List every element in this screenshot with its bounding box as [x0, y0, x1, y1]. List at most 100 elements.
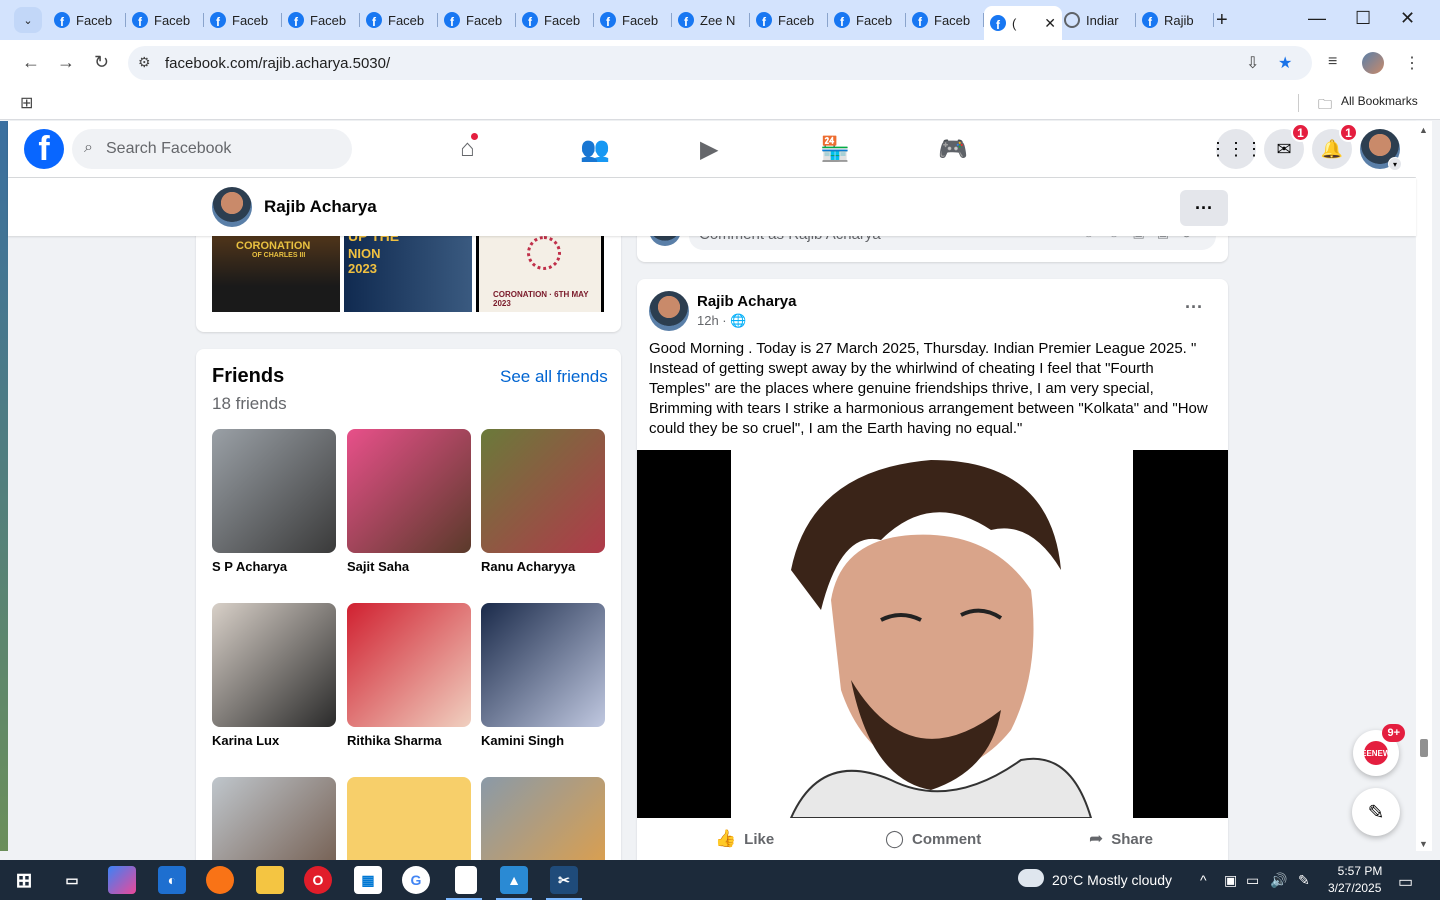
facebook-search[interactable]: ⌕	[72, 129, 352, 169]
media-control-icon[interactable]: ≡	[1328, 53, 1337, 71]
volume-icon[interactable]: 🔊	[1270, 872, 1287, 889]
tab-search-button[interactable]: ⌄	[14, 7, 42, 33]
network-icon[interactable]: ▭	[1246, 872, 1259, 889]
clock-time[interactable]: 5:57 PM	[1334, 864, 1386, 878]
post-options-button[interactable]: ···	[1185, 297, 1203, 318]
notepad-icon[interactable]	[455, 866, 477, 894]
friends-nav-icon[interactable]: 👥	[580, 135, 610, 164]
browser-tab[interactable]: f Faceb	[204, 6, 282, 34]
browser-tab[interactable]: f Rajib	[1136, 6, 1214, 34]
task-view-icon[interactable]: ▭	[58, 866, 86, 894]
copilot-icon[interactable]	[108, 866, 136, 894]
profile-avatar[interactable]	[212, 187, 252, 227]
snipping-tool-icon[interactable]: ✂	[550, 866, 578, 894]
weather-cloud-icon[interactable]	[1018, 869, 1044, 887]
home-nav-icon[interactable]: ⌂	[460, 132, 479, 163]
friend-photo[interactable]	[212, 603, 336, 727]
all-bookmarks-link[interactable]: All Bookmarks	[1341, 94, 1418, 108]
chrome-menu-icon[interactable]: ⋮	[1404, 53, 1420, 73]
share-button[interactable]: ➦ Share	[1089, 829, 1153, 849]
friends-title[interactable]: Friends	[212, 365, 284, 388]
menu-grid-button[interactable]: ⋮⋮⋮	[1209, 129, 1263, 169]
browser-tab[interactable]: f Faceb	[750, 6, 828, 34]
messenger-button[interactable]: ✉ 1	[1264, 123, 1310, 169]
friend-tile[interactable]: Kamini Singh	[481, 603, 605, 748]
pen-icon[interactable]: ✎	[1298, 872, 1310, 889]
friend-name[interactable]: S P Acharya	[212, 559, 336, 574]
friend-tile[interactable]: Sajit Saha	[347, 429, 471, 574]
zee-news-chat-head[interactable]: ZEENEWS 9+	[1353, 724, 1405, 776]
profile-name[interactable]: Rajib Acharya	[264, 197, 377, 217]
friend-name[interactable]: Kamini Singh	[481, 733, 605, 748]
new-tab-button[interactable]: +	[1216, 9, 1228, 32]
photo-thumb-3[interactable]: CORONATION · 6TH MAY 2023	[476, 226, 604, 312]
firefox-icon[interactable]	[206, 866, 234, 894]
reload-button[interactable]: ↻	[94, 52, 109, 73]
browser-tab[interactable]: f Faceb	[48, 6, 126, 34]
back-button[interactable]: ←	[22, 52, 40, 73]
scroll-thumb[interactable]	[1420, 739, 1428, 757]
scroll-down-icon[interactable]: ▼	[1419, 839, 1428, 849]
browser-tab[interactable]: f Faceb	[828, 6, 906, 34]
tray-chevron-icon[interactable]: ^	[1200, 872, 1207, 888]
account-avatar[interactable]: ▾	[1360, 129, 1402, 171]
video-nav-icon[interactable]: ▶	[700, 135, 718, 164]
friend-tile[interactable]: Ranu Acharyya	[481, 429, 605, 574]
friend-tile[interactable]: Karina Lux	[212, 603, 336, 748]
google-chrome-icon[interactable]: G	[402, 866, 430, 894]
friend-name[interactable]: Sajit Saha	[347, 559, 471, 574]
browser-tab[interactable]: Indiar	[1058, 6, 1136, 34]
friend-name[interactable]: Ranu Acharyya	[481, 559, 605, 574]
browser-tab[interactable]: f Faceb	[516, 6, 594, 34]
see-all-friends-link[interactable]: See all friends	[500, 367, 608, 387]
photos-app-icon[interactable]: ▲	[500, 866, 528, 894]
page-scrollbar[interactable]: ▲ ▼	[1416, 121, 1432, 851]
browser-tab[interactable]: f Faceb	[282, 6, 360, 34]
like-button[interactable]: 👍 Like	[715, 829, 774, 849]
maximize-button[interactable]: ☐	[1355, 8, 1371, 29]
friend-tile[interactable]: Rithika Sharma	[347, 603, 471, 748]
tray-app-icon[interactable]: ▣	[1224, 872, 1237, 889]
opera-icon[interactable]: O	[304, 866, 332, 894]
post-author-avatar[interactable]	[649, 291, 689, 331]
post-timestamp[interactable]: 12h · 🌐	[697, 313, 746, 329]
facebook-logo-icon[interactable]: f	[24, 129, 64, 169]
windows-start-icon[interactable]: ⊞	[10, 866, 38, 894]
friend-photo[interactable]	[481, 603, 605, 727]
chrome-profile-avatar[interactable]	[1362, 52, 1384, 74]
file-explorer-icon[interactable]	[256, 866, 284, 894]
close-window-button[interactable]: ✕	[1400, 8, 1415, 29]
store-icon[interactable]: ▦	[354, 866, 382, 894]
friend-photo[interactable]	[347, 429, 471, 553]
browser-tab[interactable]: f Zee N	[672, 6, 750, 34]
notifications-button[interactable]: 🔔 1	[1312, 123, 1358, 169]
site-info-icon[interactable]: ⚙	[138, 54, 151, 71]
browser-tab[interactable]: f Faceb	[906, 6, 984, 34]
browser-tab[interactable]: f Faceb	[126, 6, 204, 34]
browser-tab[interactable]: f (✕	[984, 6, 1062, 40]
bookmark-star-icon[interactable]: ★	[1278, 53, 1292, 73]
scroll-up-icon[interactable]: ▲	[1419, 125, 1428, 135]
close-tab-icon[interactable]: ✕	[1044, 15, 1056, 32]
browser-tab[interactable]: f Faceb	[360, 6, 438, 34]
profile-more-button[interactable]: ···	[1180, 190, 1228, 226]
browser-tab[interactable]: f Faceb	[438, 6, 516, 34]
friend-name[interactable]: Rithika Sharma	[347, 733, 471, 748]
minimize-button[interactable]: —	[1308, 8, 1326, 29]
forward-button[interactable]: →	[57, 52, 75, 73]
friend-tile[interactable]: S P Acharya	[212, 429, 336, 574]
notification-center-icon[interactable]: ▭	[1398, 872, 1413, 892]
weather-text[interactable]: 20°C Mostly cloudy	[1052, 872, 1172, 888]
post-image[interactable]	[637, 450, 1228, 818]
marketplace-nav-icon[interactable]: 🏪	[820, 135, 850, 164]
friend-photo[interactable]	[481, 429, 605, 553]
address-bar[interactable]: ⚙ facebook.com/rajib.acharya.5030/ ⇩ ★	[128, 46, 1312, 80]
photo-thumb-1[interactable]: CORONATION OF CHARLES III	[212, 226, 340, 312]
app-icon-blue[interactable]: ◐	[158, 866, 186, 894]
install-app-icon[interactable]: ⇩	[1246, 53, 1259, 73]
url-text[interactable]: facebook.com/rajib.acharya.5030/	[165, 55, 390, 72]
comment-button[interactable]: ◯ Comment	[885, 829, 981, 849]
friend-photo[interactable]	[212, 429, 336, 553]
photo-thumb-2[interactable]: UP THE NION 2023	[344, 226, 472, 312]
search-input[interactable]	[106, 129, 342, 169]
